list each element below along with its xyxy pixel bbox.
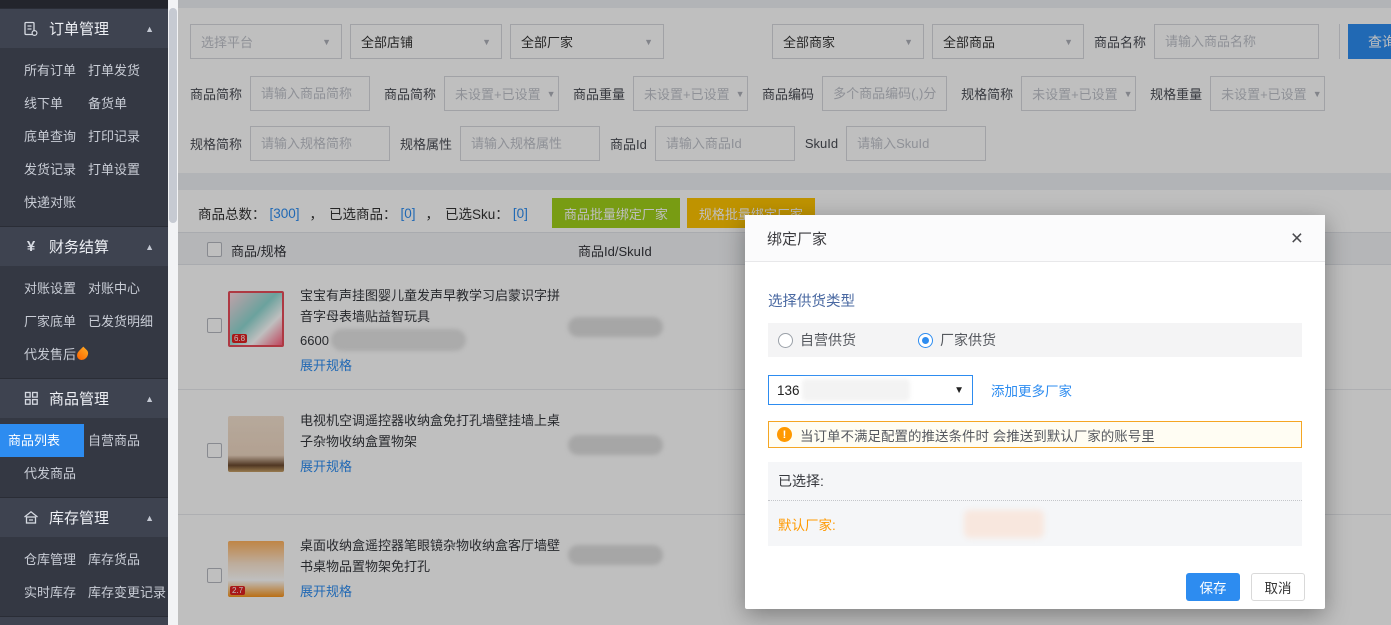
redacted-value <box>964 510 1044 538</box>
section-title: 商品管理 <box>49 388 109 409</box>
sidebar-item-offline-order[interactable]: 线下单 <box>0 87 88 120</box>
sidebar-item-factory-receipt[interactable]: 厂家底单 <box>0 305 88 338</box>
collapse-arrow-icon[interactable]: ▲ <box>145 24 154 34</box>
default-factory-label: 默认厂家: <box>778 514 836 534</box>
section-title: 库存管理 <box>49 507 109 528</box>
sidebar-item-all-orders[interactable]: 所有订单 <box>0 54 88 87</box>
sidebar-item-express-reconcile[interactable]: 快递对账 <box>0 186 88 219</box>
bind-factory-modal: 绑定厂家 × 选择供货类型 自营供货 厂家供货 136 ▼ 添加更多厂家 ! 当… <box>745 215 1325 609</box>
sidebar-item-reconcile-center[interactable]: 对账中心 <box>88 272 168 305</box>
fire-icon <box>75 347 91 363</box>
factory-dropdown[interactable]: 136 ▼ <box>768 375 973 405</box>
chevron-down-icon: ▼ <box>954 385 964 396</box>
warning-text: 当订单不满足配置的推送条件时 会推送到默认厂家的账号里 <box>800 425 1155 445</box>
sidebar-item-stock-goods[interactable]: 库存货品 <box>88 543 168 576</box>
sidebar-items-finance: 对账设置 对账中心 厂家底单 已发货明细 代发售后 <box>0 266 168 378</box>
sidebar-item-print-ship[interactable]: 打单发货 <box>88 54 168 87</box>
sidebar-item-shipped-detail[interactable]: 已发货明细 <box>88 305 168 338</box>
modal-title: 绑定厂家 <box>767 228 827 249</box>
sidebar-section-products[interactable]: 商品管理 ▲ <box>0 378 168 418</box>
collapse-arrow-icon[interactable]: ▲ <box>145 513 154 523</box>
sidebar-section-settings[interactable]: 系统设置 ▲ <box>0 616 168 625</box>
selected-panel: 已选择: 默认厂家: <box>768 462 1302 546</box>
sidebar-item-self-products[interactable]: 自营商品 <box>88 424 168 457</box>
factory-select-row: 136 ▼ 添加更多厂家 <box>768 375 1302 405</box>
modal-body: 选择供货类型 自营供货 厂家供货 136 ▼ 添加更多厂家 ! 当订单不满足配置… <box>745 290 1325 546</box>
supply-type-heading: 选择供货类型 <box>768 290 1302 311</box>
sidebar-item-reconcile-settings[interactable]: 对账设置 <box>0 272 88 305</box>
supply-type-options: 自营供货 厂家供货 <box>768 323 1302 357</box>
sidebar-item-product-list[interactable]: 商品列表 <box>0 424 84 457</box>
sidebar-item-dropship-products[interactable]: 代发商品 <box>0 457 88 490</box>
modal-header: 绑定厂家 × <box>745 215 1325 262</box>
order-list-icon <box>22 21 40 37</box>
warning-icon: ! <box>777 427 792 442</box>
sidebar-item-ship-record[interactable]: 发货记录 <box>0 153 88 186</box>
modal-footer: 保存 取消 <box>1186 573 1305 601</box>
sidebar-item-stock-change-log[interactable]: 库存变更记录 <box>88 576 168 609</box>
save-button[interactable]: 保存 <box>1186 573 1240 601</box>
sidebar: 订单管理 ▲ 所有订单 打单发货 线下单 备货单 底单查询 打印记录 发货记录 … <box>0 0 168 625</box>
section-title: 订单管理 <box>49 18 109 39</box>
sidebar-scrollbar[interactable] <box>168 0 178 625</box>
radio-checked-icon[interactable] <box>918 333 933 348</box>
sidebar-section-inventory[interactable]: 库存管理 ▲ <box>0 497 168 537</box>
collapse-arrow-icon[interactable]: ▲ <box>145 242 154 252</box>
add-more-factory-link[interactable]: 添加更多厂家 <box>991 380 1072 400</box>
redacted-value <box>802 379 910 401</box>
sidebar-item-realtime-stock[interactable]: 实时库存 <box>0 576 88 609</box>
selected-label: 已选择: <box>768 462 1302 501</box>
sidebar-items-inventory: 仓库管理 库存货品 实时库存 库存变更记录 <box>0 537 168 616</box>
sidebar-item-print-record[interactable]: 打印记录 <box>88 120 168 153</box>
sidebar-items-products: 商品列表 自营商品 代发商品 <box>0 418 168 497</box>
sidebar-item-dropship-aftersale[interactable]: 代发售后 <box>0 338 88 371</box>
radio-factory-supply[interactable]: 厂家供货 <box>918 330 996 350</box>
sidebar-item-print-settings[interactable]: 打单设置 <box>88 153 168 186</box>
cancel-button[interactable]: 取消 <box>1251 573 1305 601</box>
scrollbar-thumb[interactable] <box>169 8 177 223</box>
sidebar-top-strip <box>0 0 168 8</box>
sidebar-item-warehouse-mgmt[interactable]: 仓库管理 <box>0 543 88 576</box>
sidebar-section-orders[interactable]: 订单管理 ▲ <box>0 8 168 48</box>
collapse-arrow-icon[interactable]: ▲ <box>145 394 154 404</box>
sidebar-items-orders: 所有订单 打单发货 线下单 备货单 底单查询 打印记录 发货记录 打单设置 快递… <box>0 48 168 226</box>
warehouse-icon <box>22 510 40 526</box>
close-icon[interactable]: × <box>1291 228 1303 249</box>
warning-banner: ! 当订单不满足配置的推送条件时 会推送到默认厂家的账号里 <box>768 421 1302 448</box>
radio-unchecked-icon[interactable] <box>778 333 793 348</box>
sidebar-item-receipt-query[interactable]: 底单查询 <box>0 120 88 153</box>
grid-icon <box>22 391 40 407</box>
sidebar-item-stock-order[interactable]: 备货单 <box>88 87 168 120</box>
radio-self-supply[interactable]: 自营供货 <box>778 330 856 350</box>
sidebar-section-finance[interactable]: ¥ 财务结算 ▲ <box>0 226 168 266</box>
yen-icon: ¥ <box>22 239 40 255</box>
section-title: 财务结算 <box>49 236 109 257</box>
